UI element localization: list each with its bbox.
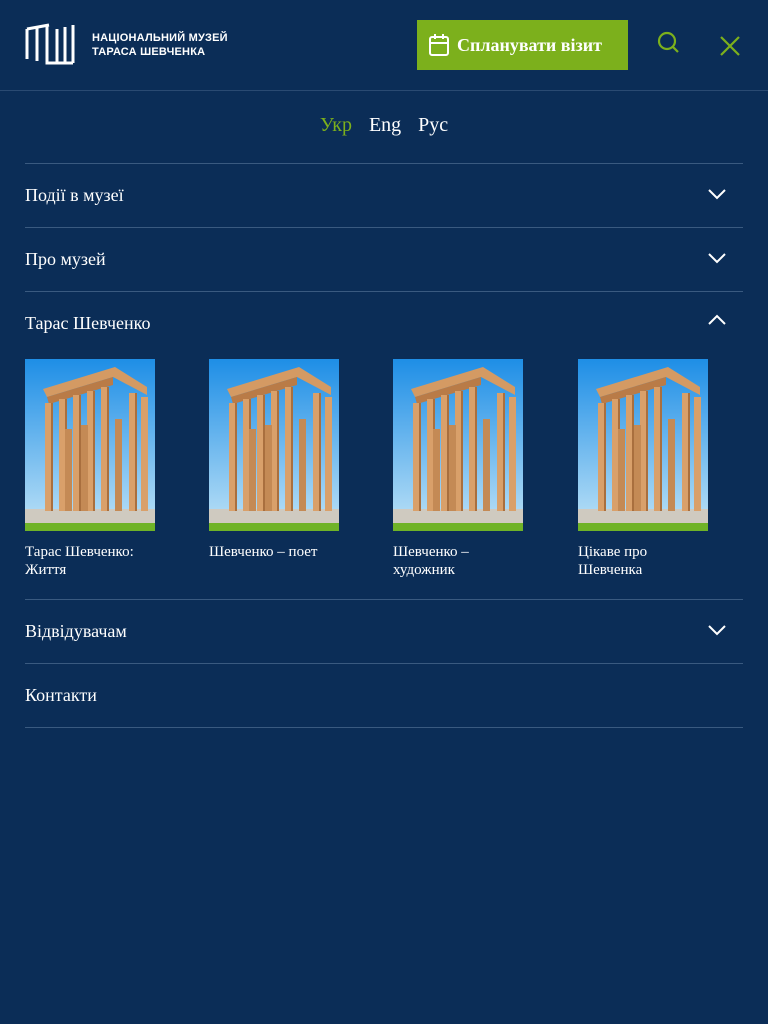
taras-submenu-cards: Тарас Шевченко: Життя Шевченко – поет Ше… xyxy=(25,355,743,599)
lang-rus[interactable]: Рус xyxy=(418,114,448,136)
card-image xyxy=(578,359,708,531)
chevron-down-icon xyxy=(708,625,726,636)
menu-item-events-label: Події в музеї xyxy=(25,185,124,205)
logo-mark-icon xyxy=(25,23,75,65)
chevron-up-icon xyxy=(708,314,726,325)
main-menu: Події в музеї Про музей Тарас Шевченко Т… xyxy=(25,163,743,728)
menu-item-contacts-label: Контакти xyxy=(25,685,97,705)
menu-item-visitors[interactable]: Відвідувачам xyxy=(25,599,743,663)
card-title: Шевченко – художник xyxy=(393,544,469,578)
calendar-icon xyxy=(429,34,449,56)
card-image xyxy=(25,359,155,531)
logo-text: НАЦІОНАЛЬНИЙ МУЗЕЙ ТАРАСА ШЕВЧЕНКА xyxy=(92,31,228,59)
menu-item-about[interactable]: Про музей xyxy=(25,227,743,291)
card-poet[interactable]: Шевченко – поет xyxy=(209,359,339,579)
card-title: Шевченко – поет xyxy=(209,544,318,560)
card-title: Цікаве про Шевченка xyxy=(578,544,648,578)
logo-line-1: НАЦІОНАЛЬНИЙ МУЗЕЙ xyxy=(92,32,228,44)
lang-eng[interactable]: Eng xyxy=(369,114,401,136)
chevron-down-icon xyxy=(708,253,726,264)
language-switcher: Укр Eng Рус xyxy=(0,114,768,137)
search-icon[interactable] xyxy=(656,31,680,55)
menu-item-about-label: Про музей xyxy=(25,249,106,269)
card-image xyxy=(209,359,339,531)
menu-item-taras-header[interactable]: Тарас Шевченко xyxy=(25,292,743,355)
plan-visit-button[interactable]: Спланувати візит xyxy=(417,20,628,70)
card-interesting[interactable]: Цікаве про Шевченка xyxy=(578,359,708,579)
museum-logo[interactable]: НАЦІОНАЛЬНИЙ МУЗЕЙ ТАРАСА ШЕВЧЕНКА xyxy=(25,23,228,67)
plan-visit-label: Спланувати візит xyxy=(457,34,602,55)
menu-item-taras: Тарас Шевченко Тарас Шевченко: Життя Шев… xyxy=(25,291,743,599)
site-header: НАЦІОНАЛЬНИЙ МУЗЕЙ ТАРАСА ШЕВЧЕНКА Сплан… xyxy=(0,0,768,91)
menu-item-taras-label: Тарас Шевченко xyxy=(25,313,151,333)
lang-ukr[interactable]: Укр xyxy=(320,114,352,136)
card-life[interactable]: Тарас Шевченко: Життя xyxy=(25,359,155,579)
chevron-down-icon xyxy=(708,189,726,200)
close-icon[interactable] xyxy=(719,35,741,57)
card-artist[interactable]: Шевченко – художник xyxy=(393,359,523,579)
card-image xyxy=(393,359,523,531)
menu-item-visitors-label: Відвідувачам xyxy=(25,621,127,641)
menu-item-contacts[interactable]: Контакти xyxy=(25,663,743,728)
card-title: Тарас Шевченко: Життя xyxy=(25,544,134,578)
logo-line-2: ТАРАСА ШЕВЧЕНКА xyxy=(92,46,206,58)
menu-item-events[interactable]: Події в музеї xyxy=(25,163,743,227)
